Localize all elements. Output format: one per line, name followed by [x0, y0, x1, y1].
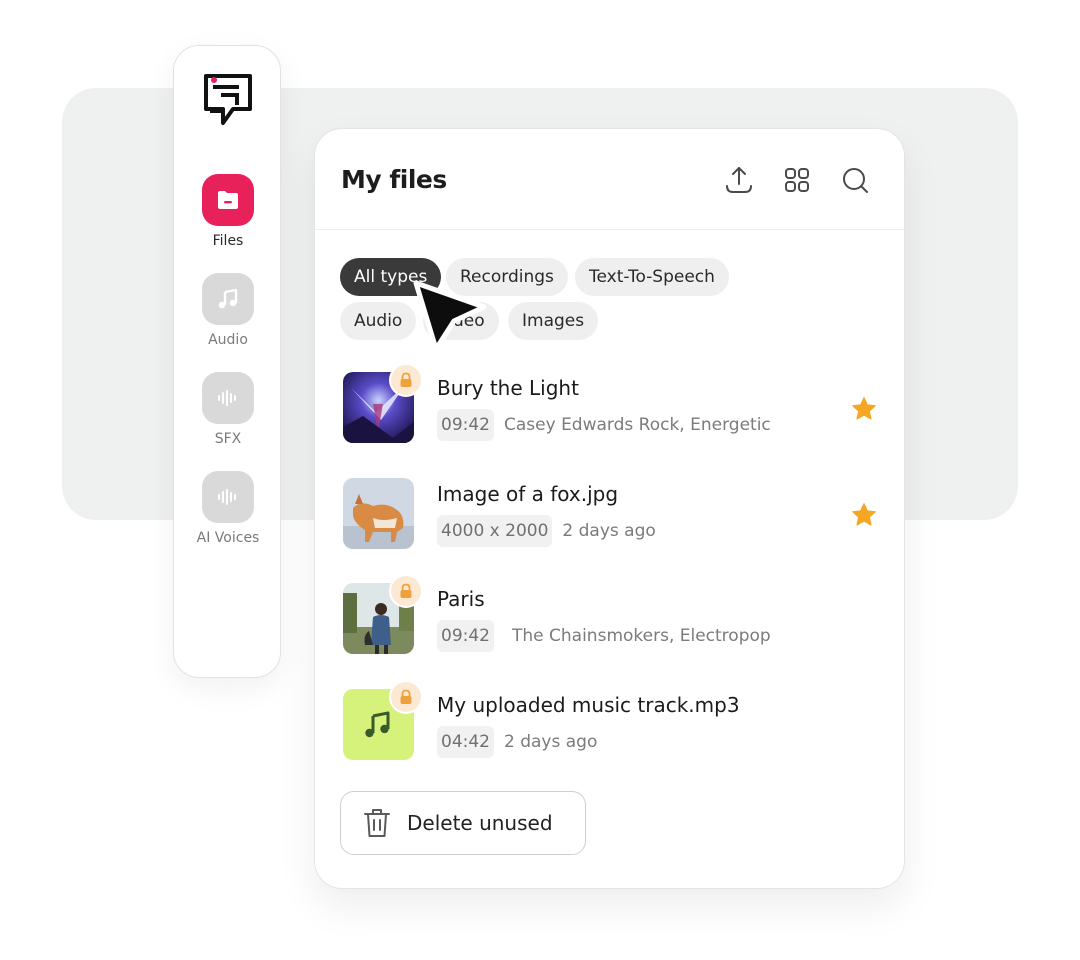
- app-stage: Files Audio SFX AI Voices My files All t…: [0, 0, 1080, 960]
- delete-unused-button[interactable]: Delete unused: [340, 791, 586, 855]
- file-meta: 09:42 The Chainsmokers, Electropop: [437, 620, 771, 652]
- file-name: My uploaded music track.mp3: [437, 693, 740, 717]
- file-description: 2 days ago: [562, 521, 656, 541]
- duration-badge: 09:42: [437, 409, 494, 441]
- duration-badge: 09:42: [437, 620, 494, 652]
- file-meta: 4000 x 2000 2 days ago: [437, 515, 656, 547]
- music-note-icon: [202, 273, 254, 325]
- search-icon[interactable]: [839, 164, 871, 196]
- sidebar-item-label: Files: [212, 233, 244, 249]
- filter-chip-text-to-speech[interactable]: Text-To-Speech: [575, 258, 729, 296]
- sidebar-item-files[interactable]: Files: [174, 174, 282, 254]
- file-meta: 04:42 2 days ago: [437, 726, 597, 758]
- sidebar-item-sfx[interactable]: SFX: [174, 372, 282, 452]
- sidebar: Files Audio SFX AI Voices: [173, 45, 281, 678]
- filter-chip-images[interactable]: Images: [508, 302, 599, 340]
- lock-icon: [389, 680, 423, 714]
- folder-icon: [202, 174, 254, 226]
- dimensions-badge: 4000 x 2000: [437, 515, 553, 547]
- file-name: Image of a fox.jpg: [437, 482, 619, 506]
- sidebar-item-label: Audio: [208, 332, 248, 348]
- page-title: My files: [341, 165, 447, 194]
- upload-icon[interactable]: [723, 164, 755, 196]
- file-row[interactable]: Image of a fox.jpg 4000 x 2000 2 days ag…: [315, 478, 904, 564]
- duration-badge: 04:42: [437, 726, 494, 758]
- file-description: The Chainsmokers, Electropop: [512, 626, 771, 646]
- file-row[interactable]: Bury the Light 09:42 Casey Edwards Rock,…: [315, 363, 904, 458]
- file-row[interactable]: My uploaded music track.mp3 04:42 2 days…: [315, 680, 904, 775]
- app-logo-icon: [204, 74, 252, 125]
- sidebar-item-ai-voices[interactable]: AI Voices: [174, 471, 282, 551]
- sidebar-item-audio[interactable]: Audio: [174, 273, 282, 353]
- star-icon[interactable]: [850, 395, 878, 423]
- lock-icon: [389, 574, 423, 608]
- file-name: Bury the Light: [437, 376, 579, 400]
- waveform-icon: [202, 372, 254, 424]
- trash-icon: [364, 809, 390, 837]
- file-description: Casey Edwards Rock, Energetic: [504, 415, 771, 435]
- file-description: 2 days ago: [504, 732, 598, 752]
- star-icon[interactable]: [850, 501, 878, 529]
- file-name: Paris: [437, 587, 485, 611]
- file-thumbnail: [343, 478, 414, 549]
- lock-icon: [389, 363, 423, 397]
- sidebar-item-label: SFX: [214, 431, 242, 447]
- waveform-icon: [202, 471, 254, 523]
- sidebar-item-label: AI Voices: [196, 530, 260, 546]
- file-row[interactable]: Paris 09:42 The Chainsmokers, Electropop: [315, 574, 904, 669]
- mouse-cursor-icon: [413, 280, 487, 352]
- header-divider: [315, 229, 904, 230]
- files-panel: My files All types Recordings Text-To-Sp…: [314, 128, 905, 889]
- grid-view-icon[interactable]: [781, 164, 813, 196]
- delete-unused-label: Delete unused: [407, 811, 553, 835]
- file-meta: 09:42 Casey Edwards Rock, Energetic: [437, 409, 771, 441]
